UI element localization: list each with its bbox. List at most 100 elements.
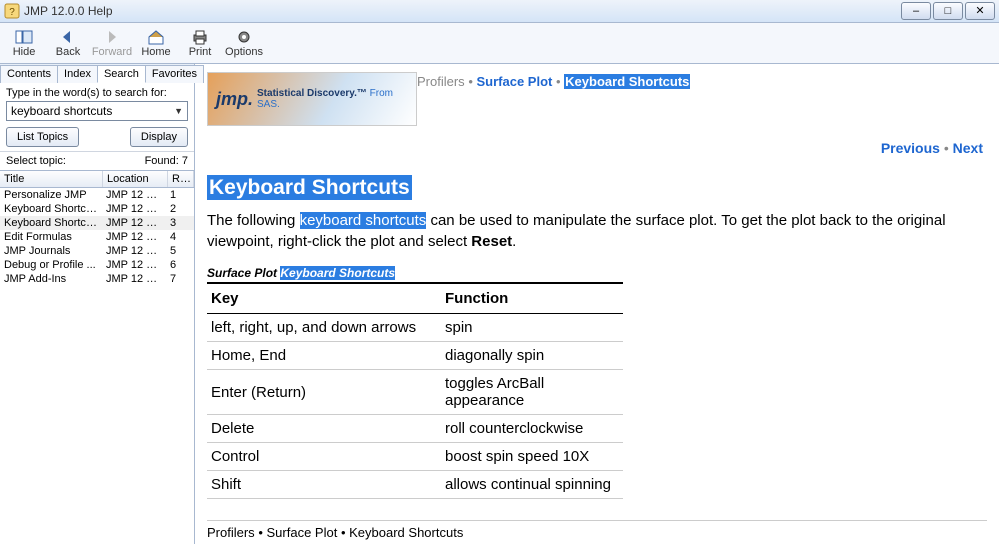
result-location: JMP 12 H... — [102, 273, 166, 285]
crumb-surface-plot[interactable]: Surface Plot — [477, 74, 553, 89]
result-row[interactable]: Keyboard ShortcutsJMP 12 H...3 — [0, 216, 194, 230]
home-icon — [147, 29, 165, 45]
cell-func: spin — [441, 314, 623, 342]
table-row: Home, Enddiagonally spin — [207, 342, 623, 370]
result-row[interactable]: JMP Add-InsJMP 12 H...7 — [0, 272, 194, 286]
result-location: JMP 12 H... — [102, 203, 166, 215]
search-input[interactable] — [7, 102, 170, 120]
forward-label: Forward — [92, 46, 132, 58]
hide-button[interactable]: Hide — [2, 24, 46, 62]
th-key: Key — [207, 283, 441, 314]
result-title: Personalize JMP — [0, 189, 102, 201]
result-title: Keyboard Shortcuts — [0, 217, 102, 229]
results-header: Title Location Rank — [0, 170, 194, 188]
banner-tagline-1: Statistical Discovery.™ — [257, 88, 367, 99]
result-rank: 6 — [166, 259, 194, 271]
col-rank[interactable]: Rank — [168, 171, 194, 187]
result-location: JMP 12 H... — [102, 217, 166, 229]
forward-button[interactable]: Forward — [90, 24, 134, 62]
sidebar: Contents Index Search Favorites Type in … — [0, 64, 195, 544]
cell-key: Home, End — [207, 342, 441, 370]
page-title: Keyboard Shortcuts — [207, 176, 987, 200]
list-topics-button[interactable]: List Topics — [6, 127, 79, 147]
cell-key: Control — [207, 443, 441, 471]
crumb-current-bottom: Keyboard Shortcuts — [349, 525, 463, 540]
shortcuts-table: Key Function left, right, up, and down a… — [207, 282, 623, 499]
tab-search[interactable]: Search — [97, 65, 146, 83]
results-list: Personalize JMPJMP 12 H...1Keyboard Shor… — [0, 188, 194, 286]
table-caption: Surface Plot Keyboard Shortcuts — [207, 266, 987, 280]
cell-func: boost spin speed 10X — [441, 443, 623, 471]
col-location[interactable]: Location — [103, 171, 168, 187]
breadcrumb-bottom: Profilers • Surface Plot • Keyboard Shor… — [207, 520, 987, 540]
result-rank: 2 — [166, 203, 194, 215]
content-pane: jmp. Statistical Discovery.™ From SAS. P… — [195, 64, 999, 544]
next-link[interactable]: Next — [953, 140, 983, 156]
result-row[interactable]: Edit FormulasJMP 12 H...4 — [0, 230, 194, 244]
result-row[interactable]: JMP JournalsJMP 12 H...5 — [0, 244, 194, 258]
search-label: Type in the word(s) to search for: — [6, 87, 188, 99]
th-function: Function — [441, 283, 623, 314]
table-row: Shiftallows continual spinning — [207, 471, 623, 499]
search-combo[interactable]: ▼ — [6, 101, 188, 121]
found-count-label: Found: 7 — [145, 155, 188, 167]
crumb-current: Keyboard Shortcuts — [564, 74, 690, 89]
tab-contents[interactable]: Contents — [0, 65, 58, 83]
close-button[interactable]: ✕ — [965, 2, 995, 20]
intro-paragraph: The following keyboard shortcuts can be … — [207, 210, 987, 252]
jmp-banner: jmp. Statistical Discovery.™ From SAS. — [207, 72, 417, 126]
print-button[interactable]: Print — [178, 24, 222, 62]
options-button[interactable]: Options — [222, 24, 266, 62]
window-titlebar: ? JMP 12.0.0 Help ‒ □ ✕ — [0, 0, 999, 23]
crumb-surface-plot-bottom[interactable]: Surface Plot — [267, 525, 338, 540]
result-rank: 1 — [166, 189, 194, 201]
hide-label: Hide — [13, 46, 36, 58]
result-row[interactable]: Keyboard ShortcutsJMP 12 H...2 — [0, 202, 194, 216]
gear-icon — [235, 29, 253, 45]
window-title: JMP 12.0.0 Help — [24, 4, 901, 18]
cell-func: toggles ArcBall appearance — [441, 370, 623, 415]
jmp-logo: jmp. — [216, 89, 253, 110]
hide-icon — [15, 29, 33, 45]
tab-index[interactable]: Index — [57, 65, 98, 83]
crumb-profilers[interactable]: Profilers — [417, 74, 465, 89]
result-rank: 7 — [166, 273, 194, 285]
table-row: Controlboost spin speed 10X — [207, 443, 623, 471]
prev-next-nav: Previous • Next — [207, 140, 983, 156]
svg-text:?: ? — [9, 7, 15, 18]
result-title: JMP Journals — [0, 245, 102, 257]
cell-func: diagonally spin — [441, 342, 623, 370]
col-title[interactable]: Title — [0, 171, 103, 187]
home-button[interactable]: Home — [134, 24, 178, 62]
result-row[interactable]: Debug or Profile ...JMP 12 H...6 — [0, 258, 194, 272]
app-icon: ? — [4, 3, 20, 19]
print-icon — [191, 29, 209, 45]
previous-link[interactable]: Previous — [881, 140, 940, 156]
result-rank: 5 — [166, 245, 194, 257]
result-title: Keyboard Shortcuts — [0, 203, 102, 215]
result-location: JMP 12 H... — [102, 245, 166, 257]
display-button[interactable]: Display — [130, 127, 188, 147]
forward-arrow-icon — [103, 29, 121, 45]
result-title: JMP Add-Ins — [0, 273, 102, 285]
result-location: JMP 12 H... — [102, 189, 166, 201]
table-row: left, right, up, and down arrowsspin — [207, 314, 623, 342]
back-button[interactable]: Back — [46, 24, 90, 62]
cell-func: allows continual spinning — [441, 471, 623, 499]
table-row: Deleteroll counterclockwise — [207, 415, 623, 443]
chevron-down-icon[interactable]: ▼ — [170, 106, 187, 116]
result-location: JMP 12 H... — [102, 259, 166, 271]
sidebar-tabs: Contents Index Search Favorites — [0, 64, 194, 83]
result-title: Edit Formulas — [0, 231, 102, 243]
result-location: JMP 12 H... — [102, 231, 166, 243]
result-rank: 3 — [166, 217, 194, 229]
cell-func: roll counterclockwise — [441, 415, 623, 443]
crumb-profilers-bottom[interactable]: Profilers — [207, 525, 255, 540]
print-label: Print — [189, 46, 212, 58]
select-topic-label: Select topic: — [6, 155, 66, 167]
options-label: Options — [225, 46, 263, 58]
table-row: Enter (Return)toggles ArcBall appearance — [207, 370, 623, 415]
minimize-button[interactable]: ‒ — [901, 2, 931, 20]
maximize-button[interactable]: □ — [933, 2, 963, 20]
result-row[interactable]: Personalize JMPJMP 12 H...1 — [0, 188, 194, 202]
